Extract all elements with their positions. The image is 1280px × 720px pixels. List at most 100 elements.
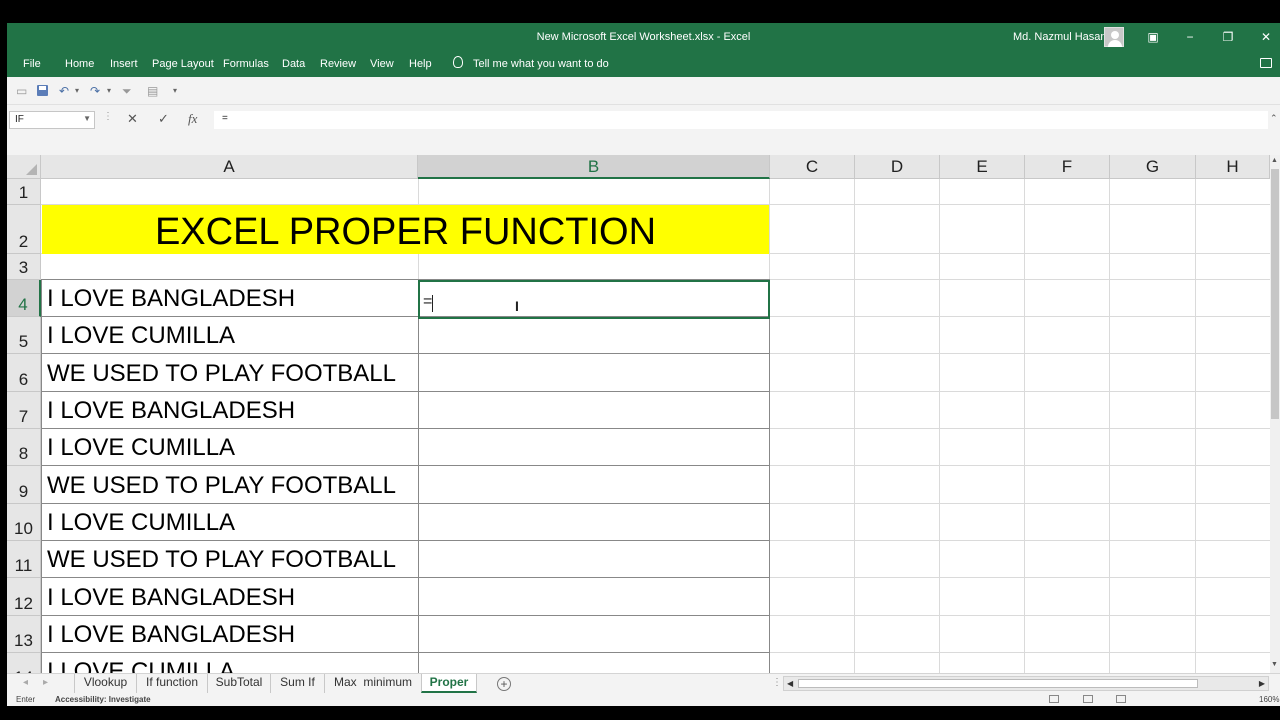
collapse-formula-bar-icon[interactable]: ⌃ [1270,113,1278,124]
cell-a13[interactable]: I LOVE BANGLADESH [47,621,295,649]
cell-a14[interactable]: I LOVE CUMILLA [47,658,235,673]
minimize-icon[interactable]: − [1180,28,1200,46]
tab-data[interactable]: Data [282,58,305,70]
scroll-up-icon[interactable]: ▲ [1271,157,1278,164]
cell-a4[interactable]: I LOVE BANGLADESH [47,285,295,313]
vertical-scrollbar[interactable]: ▲ ▼ [1270,155,1280,673]
cell-a9[interactable]: WE USED TO PLAY FOOTBALL [47,472,396,500]
sheet-tab-vlookup[interactable]: Vlookup [74,674,136,693]
column-header[interactable]: H [1196,155,1270,179]
tab-insert[interactable]: Insert [110,58,138,70]
select-all-button[interactable] [7,155,41,179]
cell-border [41,540,770,541]
scroll-left-icon[interactable]: ◀ [787,677,793,690]
formula-input[interactable]: = [214,111,1268,129]
cell-a6[interactable]: WE USED TO PLAY FOOTBALL [47,360,396,388]
sheet-tab-max-minimum[interactable]: Max minimum [324,674,421,693]
scroll-down-icon[interactable]: ▼ [1271,661,1278,668]
sheet-tab-sum-if[interactable]: Sum If [270,674,324,693]
row-header[interactable]: 2 [7,205,41,254]
row-header[interactable]: 7 [7,392,41,429]
cell-a5[interactable]: I LOVE CUMILLA [47,322,235,350]
cell-a8[interactable]: I LOVE CUMILLA [47,434,235,462]
row-header[interactable]: 1 [7,179,41,205]
row-header[interactable]: 13 [7,616,41,653]
gridline [1024,179,1025,673]
scrollbar-thumb[interactable] [1271,169,1279,419]
ribbon-display-icon[interactable]: ▣ [1143,28,1163,46]
autosave-icon[interactable]: ▭ [16,84,27,98]
redo-dropdown-icon[interactable]: ▾ [107,84,111,98]
cell-border [41,652,770,653]
sheet-tab-if-function[interactable]: If function [136,674,207,693]
row-header[interactable]: 10 [7,504,41,541]
tab-split-handle[interactable]: ⋮ [772,677,782,688]
normal-view-icon[interactable] [1049,695,1059,703]
tab-help[interactable]: Help [409,58,432,70]
prev-sheet-icon[interactable]: ◂ [23,677,28,688]
filter-icon[interactable]: ⏷ [122,84,132,98]
accessibility-status[interactable]: Accessibility: Investigate [55,695,151,704]
user-name[interactable]: Md. Nazmul Hasan [1013,31,1107,43]
sheet-tab-proper[interactable]: Proper [421,674,477,693]
cell-border [41,428,770,429]
banner-title[interactable]: EXCEL PROPER FUNCTION [42,205,769,254]
name-box-value: IF [15,114,24,125]
tab-page-layout[interactable]: Page Layout [152,58,214,70]
column-header[interactable]: F [1025,155,1110,179]
tab-home[interactable]: Home [65,58,94,70]
cell-a10[interactable]: I LOVE CUMILLA [47,509,235,537]
avatar[interactable] [1104,27,1124,47]
page-layout-view-icon[interactable] [1083,695,1093,703]
cell-a11[interactable]: WE USED TO PLAY FOOTBALL [47,546,396,574]
tab-file[interactable]: File [23,58,41,70]
restore-icon[interactable]: ❐ [1218,28,1238,46]
next-sheet-icon[interactable]: ▸ [43,677,48,688]
redo-icon[interactable]: ↷ [90,84,100,98]
form-icon[interactable]: ▤ [147,84,158,98]
cell-a12[interactable]: I LOVE BANGLADESH [47,584,295,612]
sheet-tab-subtotal[interactable]: SubTotal [207,674,270,693]
row-header[interactable]: 14 [7,653,41,673]
column-header[interactable]: B [418,155,770,179]
customize-toolbar-icon[interactable]: ▾ [173,84,177,98]
name-box[interactable]: IF ▼ [9,111,95,129]
tell-me-search[interactable]: Tell me what you want to do [473,58,609,70]
row-header[interactable]: 3 [7,254,41,280]
comments-icon[interactable] [1260,58,1272,68]
cell-a7[interactable]: I LOVE BANGLADESH [47,397,295,425]
tab-view[interactable]: View [370,58,394,70]
tab-formulas[interactable]: Formulas [223,58,269,70]
save-icon[interactable] [37,85,48,96]
cell-border [41,503,770,504]
formula-bar: IF ▼ ⋮ ✕ ✓ fx = ⌃ [7,105,1280,155]
row-header[interactable]: 4 [7,280,41,317]
chevron-down-icon[interactable]: ▼ [83,114,91,123]
row-header[interactable]: 9 [7,466,41,504]
row-header[interactable]: 11 [7,541,41,578]
scroll-right-icon[interactable]: ▶ [1259,677,1265,690]
close-icon[interactable]: ✕ [1256,28,1276,46]
active-cell-b4[interactable]: = [418,280,770,319]
row-header[interactable]: 8 [7,429,41,466]
column-header[interactable]: G [1110,155,1196,179]
column-header[interactable]: E [940,155,1025,179]
zoom-level[interactable]: 160% [1259,695,1279,704]
add-sheet-icon[interactable]: + [497,677,511,691]
insert-function-icon[interactable]: fx [188,111,197,127]
row-header[interactable]: 12 [7,578,41,616]
enter-check-icon[interactable]: ✓ [158,111,169,127]
row-header[interactable]: 6 [7,354,41,392]
worksheet-grid[interactable]: A B C D E F G H 1 2 3 4 5 6 7 8 9 10 11 … [7,155,1270,673]
column-header[interactable]: D [855,155,940,179]
row-header[interactable]: 5 [7,317,41,354]
tab-review[interactable]: Review [320,58,356,70]
undo-dropdown-icon[interactable]: ▾ [75,84,79,98]
page-break-view-icon[interactable] [1116,695,1126,703]
scrollbar-thumb[interactable] [798,679,1198,688]
cancel-icon[interactable]: ✕ [127,111,138,127]
undo-icon[interactable]: ↶ [59,84,69,98]
column-header[interactable]: A [41,155,418,179]
column-header[interactable]: C [770,155,855,179]
horizontal-scrollbar[interactable]: ◀ ▶ [783,676,1269,691]
